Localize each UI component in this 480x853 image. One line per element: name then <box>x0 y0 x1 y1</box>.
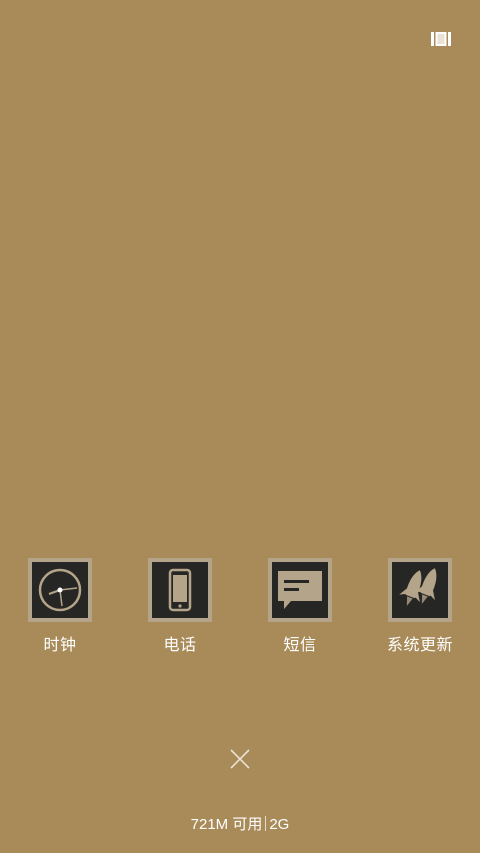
memory-available: 721M 可用 <box>190 816 263 833</box>
recent-app-phone[interactable]: 电话 <box>120 558 240 668</box>
rocket-update-icon <box>399 568 437 606</box>
recent-app-messages[interactable]: 短信 <box>240 558 360 668</box>
clear-all-button[interactable] <box>222 741 258 777</box>
phone-icon <box>168 568 192 612</box>
recent-app-clock[interactable]: 时钟 <box>0 558 120 668</box>
memory-status: 721M 可用 2G <box>0 815 480 835</box>
app-label: 时钟 <box>43 635 77 654</box>
app-label: 电话 <box>163 635 197 654</box>
layout-toggle-button[interactable] <box>426 26 456 52</box>
recent-apps-row: 时钟 电话 短信 系统更新 <box>0 558 480 668</box>
recent-app-system-update[interactable]: 系统更新 <box>360 558 480 668</box>
message-icon <box>278 571 322 609</box>
clock-icon <box>38 568 82 612</box>
app-thumbnail[interactable] <box>388 558 452 622</box>
divider <box>265 816 267 831</box>
app-thumbnail[interactable] <box>28 558 92 622</box>
columns-layout-icon <box>431 32 451 46</box>
app-thumbnail[interactable] <box>148 558 212 622</box>
app-label: 短信 <box>283 635 317 654</box>
app-thumbnail[interactable] <box>268 558 332 622</box>
memory-total: 2G <box>269 816 290 833</box>
app-label: 系统更新 <box>386 635 453 654</box>
close-icon <box>230 749 250 769</box>
recent-apps-screen: 时钟 电话 短信 系统更新 721M 可用 2G <box>0 0 480 853</box>
